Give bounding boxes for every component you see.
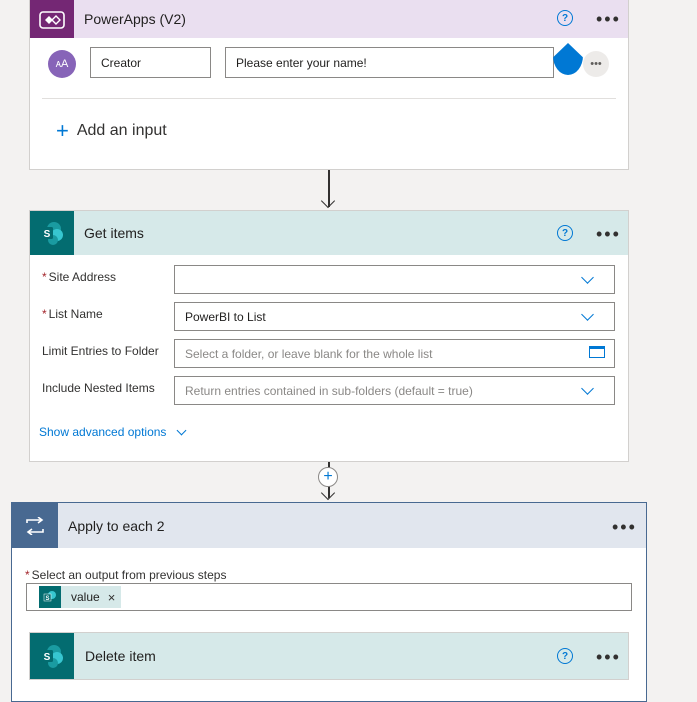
nested-items-field[interactable]: Return entries contained in sub-folders … [174,376,615,405]
input-avatar: ᴀA [48,50,76,78]
sharepoint-logo-icon: S [30,633,74,679]
powerapps-trigger-card: PowerApps (V2) ? ••• ᴀA Creator Please e… [29,0,629,170]
svg-text:S: S [44,652,51,663]
list-name-label: * List Name [42,307,103,321]
apply-to-each-header[interactable]: Apply to each 2 ••• [12,503,646,548]
input-prompt-field[interactable]: Please enter your name! [225,47,554,78]
apply-to-each-title: Apply to each 2 [68,517,165,534]
loop-icon [12,503,58,548]
token-label: value [71,590,100,604]
svg-text:S: S [45,596,49,602]
input-name-field[interactable]: Creator [90,47,211,78]
advanced-options-label: Show advanced options [39,425,167,439]
site-address-label: * Site Address [42,270,117,284]
limit-entries-field[interactable]: Select a folder, or leave blank for the … [174,339,615,368]
apply-to-each-card: Apply to each 2 ••• * Select an output fr… [11,502,647,702]
plus-icon: + [56,118,69,143]
limit-entries-label: Limit Entries to Folder [42,344,159,358]
add-input-button[interactable]: + Add an input [56,120,167,142]
add-input-label: Add an input [76,122,167,139]
powerapps-title: PowerApps (V2) [84,11,186,27]
delete-item-title[interactable]: Delete item [85,648,156,664]
powerapps-logo-icon [30,0,74,38]
help-icon[interactable]: ? [557,10,573,26]
chevron-down-icon [176,425,187,435]
more-options-icon[interactable]: ••• [612,518,637,536]
powerapps-header[interactable]: PowerApps (V2) ? ••• [30,0,628,38]
help-icon[interactable]: ? [557,648,573,664]
input-more-button[interactable]: ••• [583,51,609,77]
get-items-title: Get items [84,225,144,241]
more-options-icon[interactable]: ••• [596,648,621,666]
connector-arrow-icon [320,193,336,209]
drag-handle-icon[interactable] [553,43,583,75]
show-advanced-options-link[interactable]: Show advanced options [39,425,187,439]
more-options-icon[interactable]: ••• [596,10,621,28]
folder-icon[interactable] [589,346,605,358]
delete-item-card: S Delete item ? ••• [29,632,629,680]
list-name-field[interactable]: PowerBI to List [174,302,615,331]
get-items-header[interactable]: S Get items ? ••• [30,211,628,255]
output-label: * Select an output from previous steps [25,568,227,582]
sharepoint-logo-icon: S [39,586,61,608]
divider [42,98,616,99]
token-remove-icon[interactable]: × [108,590,116,605]
dynamic-token[interactable]: S value × [39,586,122,608]
get-items-card: S Get items ? ••• * Site Address * List Na… [29,210,629,462]
insert-step-button[interactable]: + [318,467,338,487]
more-options-icon[interactable]: ••• [596,225,621,243]
sharepoint-logo-icon: S [30,211,74,255]
site-address-field[interactable] [174,265,615,294]
connector-arrow-icon [320,485,336,501]
help-icon[interactable]: ? [557,225,573,241]
nested-items-label: Include Nested Items [42,381,155,395]
output-field[interactable]: S value × [26,583,632,611]
svg-text:S: S [44,229,51,240]
